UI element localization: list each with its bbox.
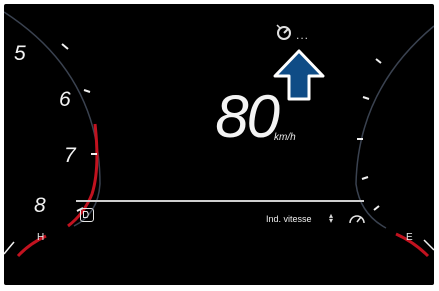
drive-mode-icon bbox=[83, 211, 89, 218]
menu-label[interactable]: Ind. vitesse bbox=[266, 214, 312, 224]
menu-selector-icon[interactable]: ▴ ▾ bbox=[329, 212, 333, 225]
tachometer-label-8: 8 bbox=[34, 194, 46, 217]
fuel-label: E bbox=[406, 232, 413, 243]
status-indicator: ... bbox=[274, 22, 326, 44]
tachometer-ticks bbox=[61, 43, 97, 212]
status-dots: ... bbox=[296, 28, 310, 42]
speedometer-icon bbox=[349, 215, 365, 224]
highlight-arrow-icon bbox=[273, 49, 325, 101]
tachometer-label-6: 6 bbox=[59, 88, 71, 111]
tachometer-label-7: 7 bbox=[64, 144, 76, 167]
speed-unit: km/h bbox=[274, 132, 296, 143]
drive-mode-indicator bbox=[80, 208, 94, 222]
info-divider bbox=[76, 200, 364, 202]
fuel-arc-end bbox=[423, 239, 434, 251]
fuel-gauge-ticks bbox=[357, 58, 382, 211]
temperature-label: H bbox=[37, 232, 45, 243]
instrument-cluster-display: 5 6 7 8 ... 80 km/h Ind. vitesse ▴ ▾ H E bbox=[4, 4, 434, 285]
fuel-gauge-arc bbox=[355, 25, 434, 229]
cruise-control-icon bbox=[276, 24, 291, 40]
temperature-arc bbox=[4, 241, 15, 255]
speed-value: 80 bbox=[215, 83, 280, 150]
tachometer-label-5: 5 bbox=[14, 42, 26, 65]
